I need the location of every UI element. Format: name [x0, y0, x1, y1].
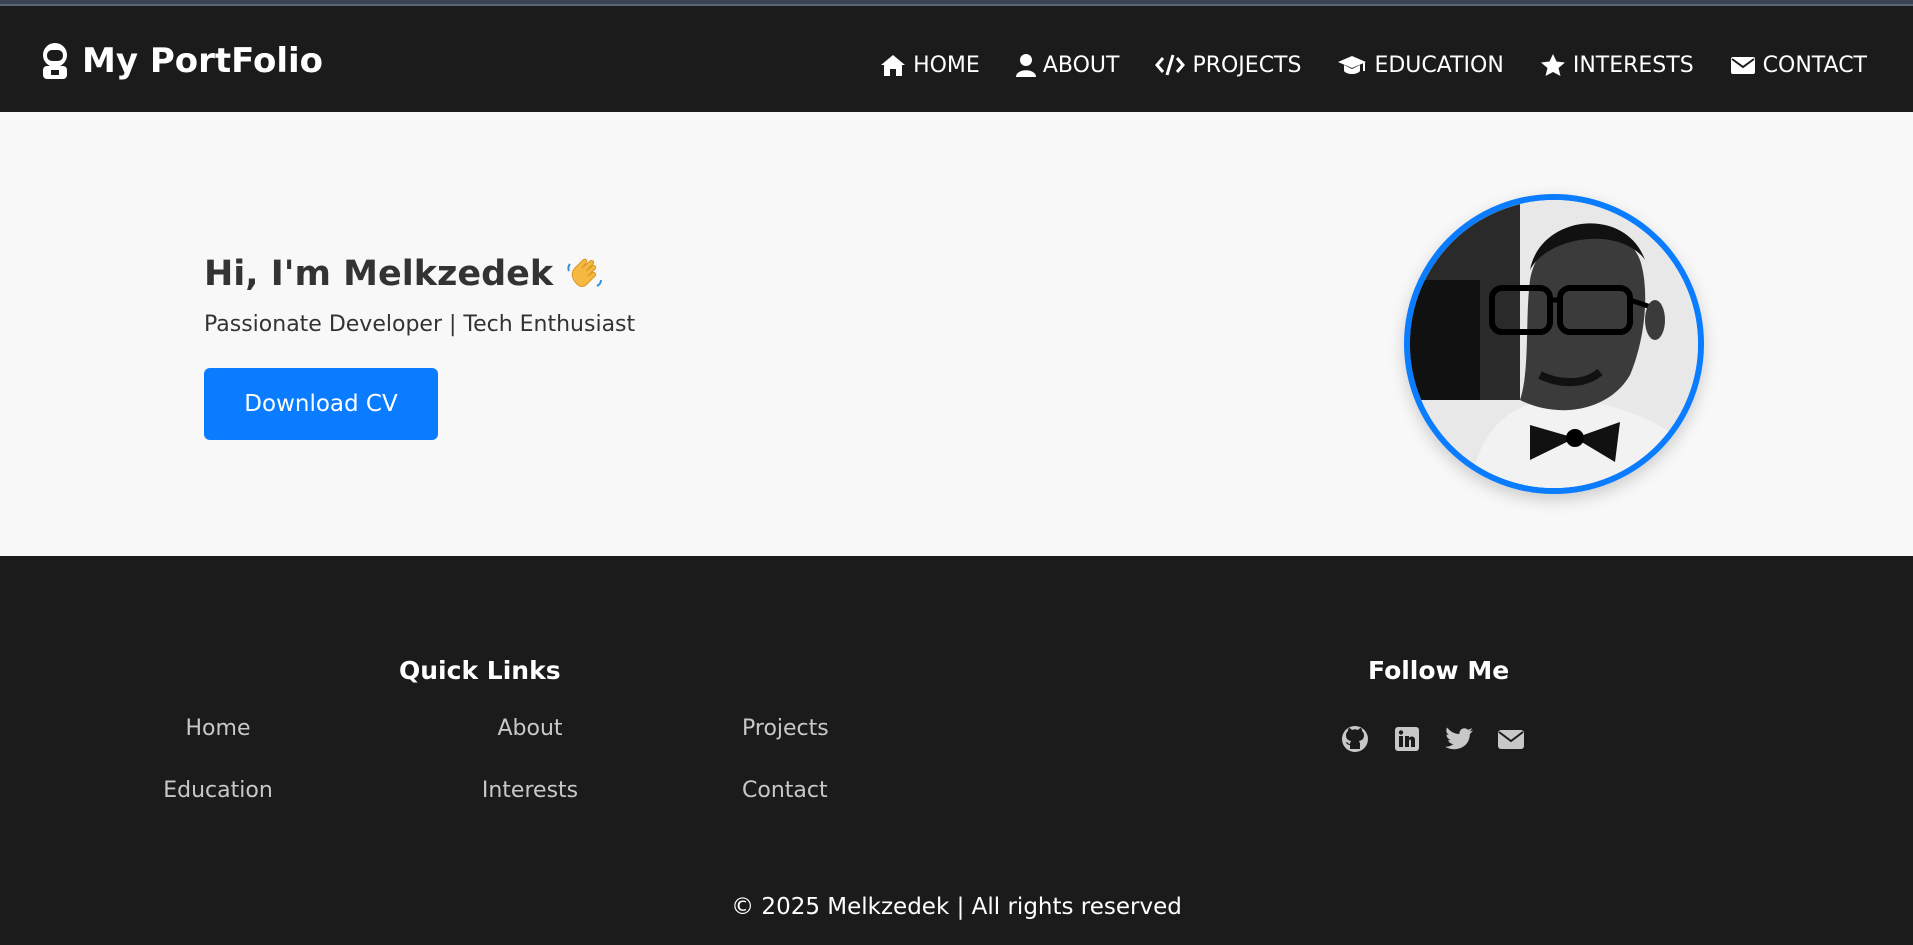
- nav-projects-label: PROJECTS: [1192, 52, 1302, 78]
- nav-about-label: ABOUT: [1042, 52, 1120, 78]
- hero-title-text: Hi, I'm Melkzedek: [204, 254, 554, 294]
- nav-education[interactable]: EDUCATION: [1337, 52, 1504, 78]
- brand-title: My PortFolio: [82, 41, 324, 81]
- nav-home-label: HOME: [913, 52, 980, 78]
- brand[interactable]: My PortFolio: [38, 36, 323, 86]
- social-links: [1340, 724, 1526, 754]
- nav-home[interactable]: HOME: [880, 53, 980, 78]
- quick-link-education[interactable]: Education: [62, 778, 374, 840]
- nav-contact[interactable]: CONTACT: [1730, 53, 1867, 78]
- twitter-icon[interactable]: [1444, 724, 1474, 754]
- waving-hand-icon: [565, 254, 605, 294]
- nav-contact-label: CONTACT: [1762, 52, 1867, 78]
- main-nav: HOME ABOUT PROJECTS EDUCATION INTERESTS: [880, 40, 1867, 90]
- nav-projects[interactable]: PROJECTS: [1155, 53, 1301, 78]
- hero-title: Hi, I'm Melkzedek: [204, 254, 605, 294]
- quick-links-title: Quick Links: [399, 656, 561, 685]
- nav-about[interactable]: ABOUT: [1015, 52, 1120, 78]
- copyright-text: © 2025 Melkzedek | All rights reserved: [731, 894, 1182, 920]
- hero-subtitle: Passionate Developer | Tech Enthusiast: [204, 312, 636, 337]
- quick-link-home[interactable]: Home: [62, 716, 374, 778]
- footer: Quick Links Home About Projects Educatio…: [0, 556, 1913, 945]
- profile-photo: [1404, 194, 1704, 494]
- envelope-icon[interactable]: [1496, 724, 1526, 754]
- quick-link-about[interactable]: About: [374, 716, 686, 778]
- navbar: My PortFolio HOME ABOUT PROJECTS EDUCATI…: [0, 6, 1913, 112]
- nav-interests[interactable]: INTERESTS: [1540, 53, 1694, 78]
- quick-link-contact[interactable]: Contact: [686, 778, 924, 840]
- linkedin-icon[interactable]: [1392, 724, 1422, 754]
- github-icon[interactable]: [1340, 724, 1370, 754]
- quick-links: Home About Projects Education Interests …: [62, 716, 924, 840]
- star-icon: [1540, 53, 1566, 77]
- code-icon: [1155, 53, 1186, 77]
- nav-interests-label: INTERESTS: [1572, 52, 1694, 78]
- quick-link-interests[interactable]: Interests: [374, 778, 686, 840]
- graduation-cap-icon: [1337, 53, 1367, 77]
- user-icon: [1015, 53, 1036, 77]
- nav-education-label: EDUCATION: [1374, 52, 1504, 78]
- download-cv-button[interactable]: Download CV: [204, 368, 438, 440]
- astronaut-icon: [38, 41, 72, 81]
- home-icon: [880, 53, 906, 77]
- hero-section: Hi, I'm Melkzedek Passionate Developer |…: [0, 112, 1913, 556]
- envelope-icon: [1730, 54, 1756, 76]
- quick-link-projects[interactable]: Projects: [686, 716, 924, 778]
- follow-me-title: Follow Me: [1368, 656, 1510, 685]
